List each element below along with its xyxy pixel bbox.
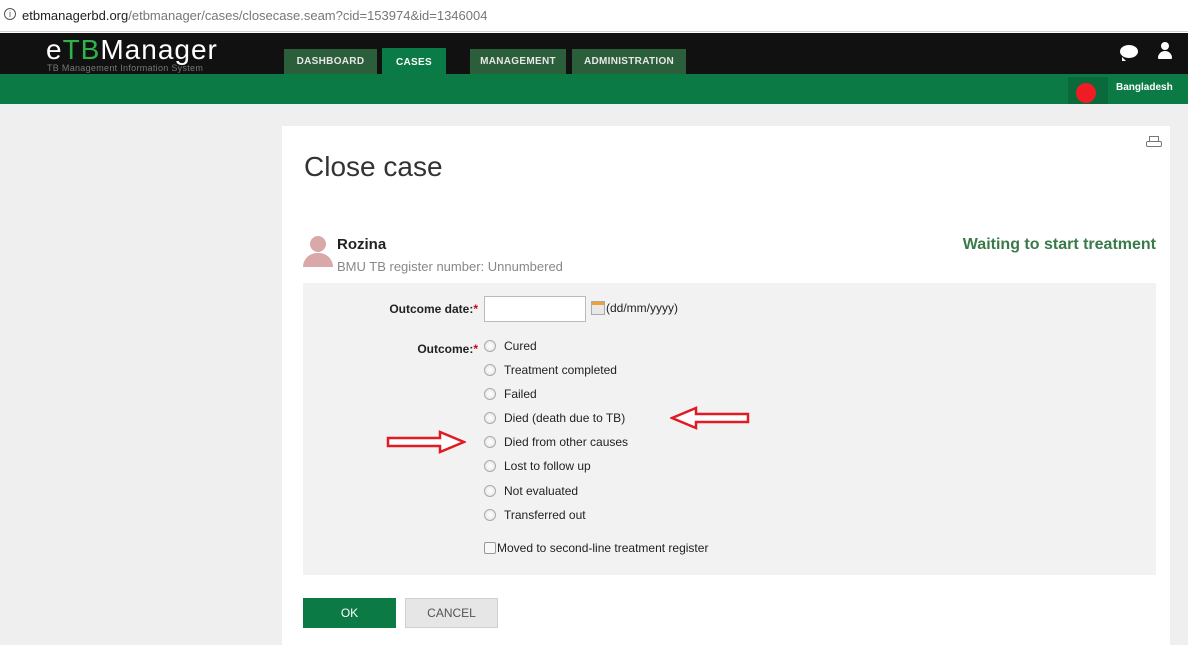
- patient-status: Waiting to start treatment: [962, 236, 1156, 253]
- address-bar[interactable]: i etbmanagerbd.org/etbmanager/cases/clos…: [0, 0, 1188, 32]
- outcome-radio[interactable]: [484, 485, 496, 497]
- outcome-radio[interactable]: [484, 509, 496, 521]
- outcome-radio[interactable]: [484, 412, 496, 424]
- moved-register-checkbox[interactable]: [484, 542, 496, 554]
- tab-management[interactable]: MANAGEMENT: [470, 49, 566, 74]
- outcome-option-label[interactable]: Cured: [504, 339, 537, 353]
- patient-avatar-icon: [303, 236, 333, 268]
- tab-cases[interactable]: CASES: [382, 48, 446, 75]
- patient-register-number: BMU TB register number: Unnumbered: [337, 259, 563, 274]
- patient-name: Rozina: [337, 236, 387, 253]
- outcome-option-label[interactable]: Died (death due to TB): [504, 411, 625, 425]
- info-icon[interactable]: i: [4, 8, 16, 20]
- outcome-radio[interactable]: [484, 340, 496, 352]
- tab-dashboard[interactable]: DASHBOARD: [284, 49, 377, 74]
- url-domain: etbmanagerbd.org: [22, 8, 129, 23]
- annotation-arrow-right-icon: [386, 430, 466, 454]
- outcome-option-label[interactable]: Not evaluated: [504, 484, 578, 498]
- country-name[interactable]: Bangladesh: [1116, 82, 1173, 93]
- outcome-radio[interactable]: [484, 388, 496, 400]
- outcome-label: Outcome:*: [370, 342, 478, 356]
- logo-suffix: Manager: [100, 34, 218, 65]
- app-subtitle: TB Management Information System: [47, 63, 204, 73]
- date-format-hint: (dd/mm/yyyy): [606, 301, 678, 315]
- outcome-radio[interactable]: [484, 364, 496, 376]
- country-flag-icon[interactable]: [1068, 77, 1108, 104]
- cancel-button[interactable]: CANCEL: [405, 598, 498, 628]
- outcome-option-label[interactable]: Transferred out: [504, 508, 586, 522]
- user-icon[interactable]: [1158, 42, 1172, 60]
- tab-administration[interactable]: ADMINISTRATION: [572, 49, 686, 74]
- outcome-label-text: Outcome:: [417, 342, 474, 356]
- required-mark: *: [473, 302, 478, 316]
- annotation-arrow-left-icon: [670, 406, 750, 430]
- print-icon[interactable]: [1146, 136, 1162, 150]
- outcome-option-label[interactable]: Treatment completed: [504, 363, 617, 377]
- outcome-radio[interactable]: [484, 436, 496, 448]
- outcome-date-label-text: Outcome date:: [389, 302, 474, 316]
- outcome-date-label: Outcome date:*: [370, 302, 478, 316]
- url-text[interactable]: etbmanagerbd.org/etbmanager/cases/closec…: [22, 8, 487, 23]
- outcome-radio[interactable]: [484, 460, 496, 472]
- outcome-option-label[interactable]: Failed: [504, 387, 537, 401]
- chat-icon[interactable]: [1120, 45, 1138, 61]
- app-header: eTBManager TB Management Information Sys…: [0, 33, 1188, 75]
- required-mark: *: [473, 342, 478, 356]
- outcome-option-label[interactable]: Lost to follow up: [504, 459, 591, 473]
- sub-header: Bangladesh: [0, 74, 1188, 104]
- ok-button[interactable]: OK: [303, 598, 396, 628]
- app-logo[interactable]: eTBManager: [46, 34, 218, 66]
- url-path: /etbmanager/cases/closecase.seam?cid=153…: [128, 8, 488, 23]
- outcome-option-label[interactable]: Died from other causes: [504, 435, 628, 449]
- logo-accent: TB: [62, 34, 101, 65]
- moved-register-label[interactable]: Moved to second-line treatment register: [497, 541, 708, 555]
- page-title: Close case: [304, 151, 443, 182]
- logo-prefix: e: [46, 34, 63, 65]
- calendar-icon[interactable]: [591, 301, 605, 315]
- outcome-date-input[interactable]: [484, 296, 586, 322]
